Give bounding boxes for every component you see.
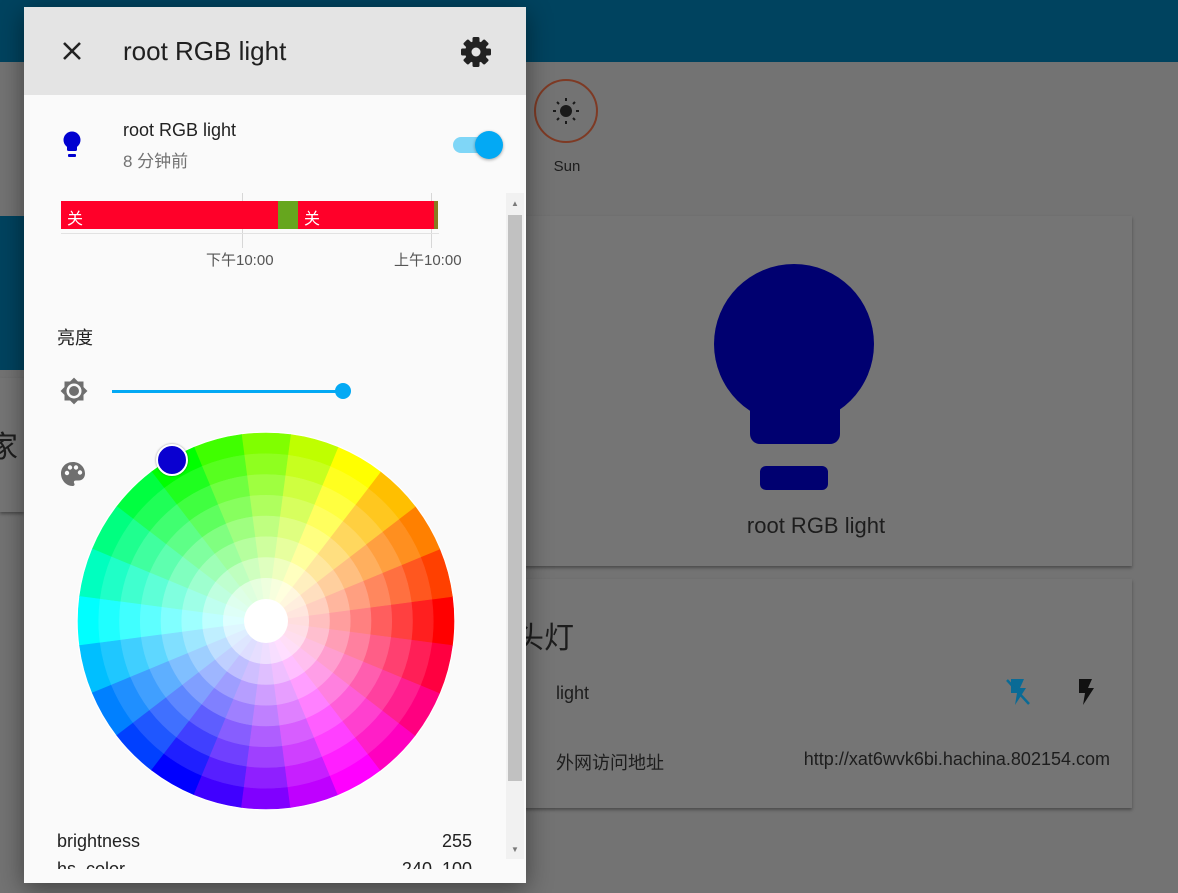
flash-off-icon[interactable] (1004, 677, 1032, 707)
brightness-icon (60, 377, 88, 405)
dialog-scrollbar[interactable]: ▲ ▼ (506, 193, 524, 859)
color-wheel-segment[interactable] (119, 601, 142, 641)
entity-row-label: light (556, 683, 590, 703)
entity-last-changed: 8 分钟前 (123, 152, 189, 171)
history-tick-label: 上午10:00 (394, 252, 462, 269)
entity-row-label: 外网访问地址 (556, 753, 664, 773)
attribute-value: 255 (441, 831, 472, 851)
color-wheel-segment[interactable] (139, 604, 163, 638)
flash-icon[interactable] (1072, 677, 1100, 707)
attribute-row: brightness 255 (57, 831, 472, 852)
history-segment-on[interactable] (278, 201, 298, 229)
color-wheel-segment[interactable] (328, 609, 351, 633)
header-band (0, 216, 24, 370)
history-segment-label: 关 (67, 211, 84, 228)
attribute-name: hs_color (57, 859, 126, 869)
brightness-label: 亮度 (57, 328, 93, 348)
entities-card: 头灯 light 外网访问地址 http://xat6wvk6bi.hachin… (500, 579, 1132, 808)
color-wheel-segment[interactable] (77, 596, 101, 646)
dialog-header: root RGB light (24, 7, 526, 95)
attribute-name: brightness (57, 831, 141, 851)
light-card-name: root RGB light (746, 513, 886, 538)
attribute-value: 240, 100 (401, 859, 472, 869)
scroll-up-arrow[interactable]: ▲ (506, 193, 524, 213)
color-wheel-segment[interactable] (249, 494, 283, 518)
color-wheel-segment[interactable] (160, 606, 183, 636)
color-wheel-segment[interactable] (431, 596, 455, 646)
color-wheel-segment[interactable] (254, 683, 278, 706)
history-segment-on[interactable] (434, 201, 438, 229)
color-wheel-segment[interactable] (243, 765, 289, 789)
history-tick-label: 下午10:00 (206, 252, 274, 269)
sun-icon (553, 98, 579, 124)
color-wheel-segment[interactable] (181, 609, 204, 633)
brightness-slider-track[interactable] (112, 390, 342, 393)
left-card-title: 家 (0, 431, 18, 464)
history-axis (61, 233, 439, 234)
light-toggle[interactable] (453, 131, 503, 159)
attribute-row: hs_color 240, 100 (57, 857, 472, 869)
scroll-thumb[interactable] (508, 215, 522, 781)
close-icon[interactable] (56, 35, 88, 67)
history-segment-off[interactable]: 关 (61, 201, 278, 229)
gear-icon[interactable] (459, 35, 493, 69)
color-wheel-segment[interactable] (349, 606, 372, 636)
color-wheel-segment[interactable] (369, 604, 393, 638)
color-wheel-segment[interactable] (249, 724, 283, 748)
color-wheel-segment[interactable] (254, 536, 278, 559)
entity-row-value[interactable]: http://xat6wvk6bi.hachina.802154.com (804, 749, 1110, 770)
dialog-title: root RGB light (123, 36, 287, 66)
color-wheel-segment[interactable] (246, 745, 286, 768)
color-wheel-segment[interactable] (410, 598, 434, 644)
color-wheel-segment[interactable] (243, 453, 289, 477)
toggle-knob (475, 131, 503, 159)
sun-badge[interactable] (534, 79, 598, 143)
color-wheel-segment[interactable] (241, 786, 291, 810)
color-wheel-segment[interactable] (390, 601, 413, 641)
color-picker-marker[interactable] (156, 444, 188, 476)
light-entity-card[interactable]: root RGB light (500, 216, 1132, 566)
history-segment-label: 关 (304, 211, 321, 228)
more-info-dialog: root RGB light root RGB light 8 分钟前 关 关 … (24, 7, 526, 883)
left-card: 家 (0, 378, 24, 512)
color-wheel-segment[interactable] (246, 474, 286, 497)
lightbulb-icon (63, 131, 81, 157)
color-wheel[interactable] (76, 431, 456, 811)
entity-name: root RGB light (123, 120, 237, 140)
color-wheel-segment[interactable] (251, 515, 281, 538)
history-segment-off[interactable]: 关 (298, 201, 434, 229)
scroll-down-arrow[interactable]: ▼ (506, 839, 524, 859)
color-wheel-segment[interactable] (241, 432, 291, 456)
brightness-slider-thumb[interactable] (335, 383, 351, 399)
history-timeline[interactable]: 关 关 (61, 201, 439, 229)
sun-badge-label: Sun (553, 158, 581, 175)
color-wheel-segment[interactable] (251, 704, 281, 727)
color-wheel-segment[interactable] (98, 598, 122, 644)
lightbulb-icon (714, 264, 874, 490)
color-wheel-center[interactable] (244, 599, 288, 643)
